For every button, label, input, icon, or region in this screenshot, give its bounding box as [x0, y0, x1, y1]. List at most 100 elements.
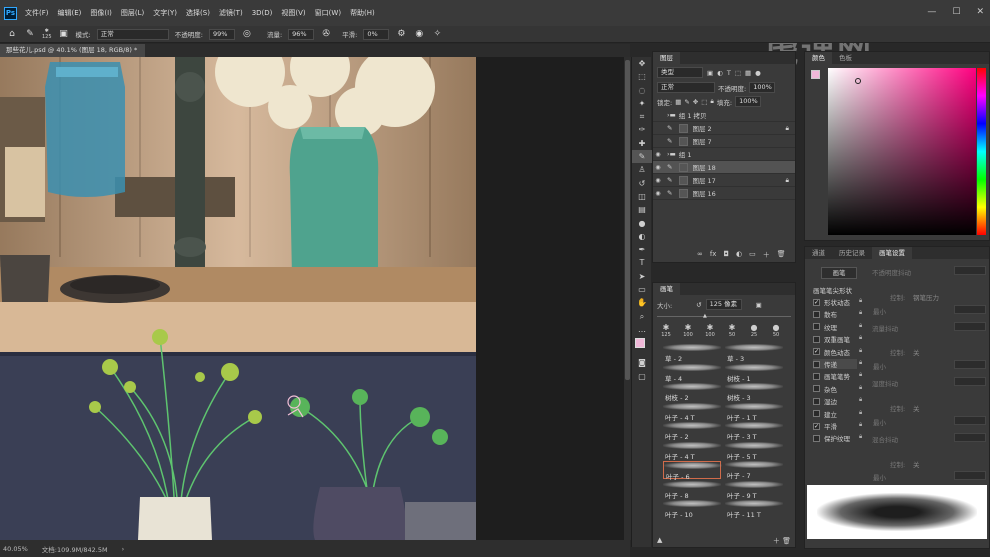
brush-item[interactable]: 草 - 4 — [663, 363, 721, 383]
tab-channels[interactable]: 通道 — [805, 247, 832, 259]
tab-brush-settings[interactable]: 画笔设置 — [872, 247, 912, 259]
brush-item[interactable]: 叶子 - 7 — [725, 461, 783, 480]
menu-filter[interactable]: 滤镜(T) — [219, 8, 243, 18]
brush-item[interactable]: 叶子 - 8 — [663, 480, 721, 500]
layer-row[interactable]: ◉ ›▬ 组 1 — [653, 148, 795, 161]
layer-opacity-field[interactable]: 100% — [749, 82, 776, 93]
lasso-tool-icon[interactable]: ◌ — [632, 84, 652, 97]
option-lock-icon[interactable]: 🔒︎ — [859, 396, 862, 404]
dodge-tool-icon[interactable]: ◐ — [632, 230, 652, 243]
brush-preset[interactable]: ✱ 100 — [701, 323, 719, 338]
tab-layers[interactable]: 图层 — [653, 52, 680, 64]
brush-item[interactable]: 叶子 - 10 — [663, 500, 721, 519]
brush-preset-picker[interactable]: ✱ 125 — [42, 28, 52, 40]
pen-tool-icon[interactable]: ✒ — [632, 243, 652, 256]
brush-preset[interactable]: ✱ 100 — [679, 323, 697, 338]
gradient-tool-icon[interactable]: ▤ — [632, 203, 652, 216]
gear-icon[interactable]: ⚙ — [395, 28, 407, 40]
fill-field[interactable]: 100% — [735, 96, 762, 107]
document-tab[interactable]: 那些花儿.psd @ 40.1% (图层 18, RGB/8) * × — [0, 44, 145, 67]
layer-style-icon[interactable]: fx — [710, 250, 717, 260]
option-lock-icon[interactable]: 🔒︎ — [859, 371, 862, 379]
brush-option-row[interactable]: 散布 — [813, 309, 837, 319]
eraser-tool-icon[interactable]: ◫ — [632, 190, 652, 203]
checkbox-checked-icon[interactable]: ✓ — [813, 422, 820, 430]
filter-pixel-icon[interactable]: ▣ — [707, 69, 713, 77]
option-lock-icon[interactable]: 🔒︎ — [859, 421, 862, 429]
brush-item[interactable]: 叶子 - 6 — [663, 461, 722, 481]
menu-file[interactable]: 文件(F) — [25, 8, 49, 18]
eye-icon[interactable]: ◉ — [653, 151, 663, 158]
quick-mask-icon[interactable]: ◙ — [632, 356, 652, 369]
smoothing-field[interactable]: 0% — [363, 28, 390, 40]
delete-layer-icon[interactable]: 🗑︎ — [777, 250, 786, 260]
menu-image[interactable]: 图像(I) — [90, 8, 112, 18]
option-lock-icon[interactable]: 🔒︎ — [859, 347, 862, 355]
menu-select[interactable]: 选择(S) — [186, 8, 210, 18]
option-lock-icon[interactable]: 🔒︎ — [859, 309, 862, 317]
brush-option-row[interactable]: ✓ 平滑 — [813, 421, 837, 431]
brush-item[interactable]: 叶子 - 9 T — [725, 480, 783, 500]
brush-item[interactable]: 树枝 - 2 — [663, 383, 721, 402]
checkbox-checked-icon[interactable]: ✓ — [813, 298, 820, 306]
shape-tool-icon[interactable]: ▭ — [632, 283, 652, 296]
checkbox-icon[interactable] — [813, 397, 820, 405]
zoom-tool-icon[interactable]: ⌕ — [632, 310, 652, 323]
minimize-icon[interactable]: — — [927, 7, 936, 17]
opacity-field[interactable]: 99% — [208, 28, 235, 40]
screen-mode-icon[interactable]: ▢ — [632, 370, 652, 383]
brush-item[interactable]: 叶子 - 3 T — [725, 422, 783, 441]
blur-tool-icon[interactable]: ● — [632, 217, 652, 230]
brush-tip-shape-item[interactable]: 画笔笔尖形状 — [813, 285, 852, 295]
maximize-icon[interactable]: ☐ — [952, 7, 960, 17]
option-lock-icon[interactable]: 🔒︎ — [859, 384, 862, 392]
brush-option-row[interactable]: ✓ 形状动态 — [813, 297, 850, 307]
menu-view[interactable]: 视图(V) — [281, 8, 305, 18]
stamp-tool-icon[interactable]: ♙ — [632, 163, 652, 176]
flow-field[interactable]: 96% — [288, 28, 315, 40]
path-select-tool-icon[interactable]: ➤ — [632, 270, 652, 283]
brush-item[interactable]: 树枝 - 1 — [725, 363, 783, 383]
brush-size-field[interactable]: 125 像素 — [705, 299, 742, 310]
control-select-3[interactable]: 关 — [913, 403, 920, 413]
layer-row[interactable]: ◉ ✎ 图层 17 🔒︎ — [653, 174, 795, 187]
brush-tool-icon[interactable]: ✎ — [632, 150, 652, 164]
checkbox-icon[interactable] — [813, 410, 820, 418]
checkbox-icon[interactable] — [813, 360, 820, 368]
min-field-1[interactable] — [954, 305, 986, 314]
brush-option-row[interactable]: ✓ 颜色动态 — [813, 347, 850, 357]
control-select-1[interactable]: 钢笔压力 — [913, 292, 939, 302]
checkbox-icon[interactable] — [813, 385, 820, 393]
eye-icon[interactable]: ◉ — [653, 164, 663, 171]
tab-color[interactable]: 颜色 — [805, 52, 832, 64]
checkbox-icon[interactable] — [813, 310, 820, 318]
option-lock-icon[interactable]: 🔒︎ — [859, 433, 862, 441]
status-arrow-icon[interactable]: › — [122, 545, 125, 553]
hand-tool-icon[interactable]: ✋ — [632, 296, 652, 309]
brush-preset[interactable]: ● 25 — [745, 323, 763, 338]
color-swatches[interactable] — [632, 336, 652, 356]
tab-brushes[interactable]: 画笔 — [653, 283, 680, 295]
mix-jitter-field[interactable] — [954, 433, 986, 442]
menu-edit[interactable]: 编辑(E) — [58, 8, 82, 18]
pressure-size-icon[interactable]: ◉ — [413, 28, 425, 40]
brush-item[interactable]: 叶子 - 11 T — [725, 500, 783, 519]
menu-window[interactable]: 窗口(W) — [315, 8, 341, 18]
flow-jitter-field[interactable] — [954, 322, 986, 331]
brush-size-slider[interactable]: ▲ — [657, 313, 791, 319]
option-lock-icon[interactable]: 🔒︎ — [859, 334, 862, 342]
slider-handle-icon[interactable]: ▲ — [703, 313, 707, 319]
brush-preset[interactable]: ✱ 50 — [723, 323, 741, 338]
canvas[interactable] — [0, 57, 476, 540]
brush-item[interactable]: 叶子 - 4 T — [663, 441, 721, 461]
eyedropper-tool-icon[interactable]: ✑ — [632, 123, 652, 136]
brush-option-row[interactable]: 建立 — [813, 409, 837, 419]
layer-row[interactable]: ◉ ✎ 图层 18 — [653, 161, 795, 174]
tab-swatches[interactable]: 色板 — [832, 52, 859, 64]
magic-wand-tool-icon[interactable]: ✦ — [632, 97, 652, 110]
checkbox-icon[interactable] — [813, 434, 820, 442]
lock-artboard-icon[interactable]: ⬚ — [701, 98, 707, 106]
type-tool-icon[interactable]: T — [632, 256, 652, 269]
brush-option-row[interactable]: 保护纹理 — [813, 433, 850, 443]
tab-history[interactable]: 历史记录 — [832, 247, 872, 259]
